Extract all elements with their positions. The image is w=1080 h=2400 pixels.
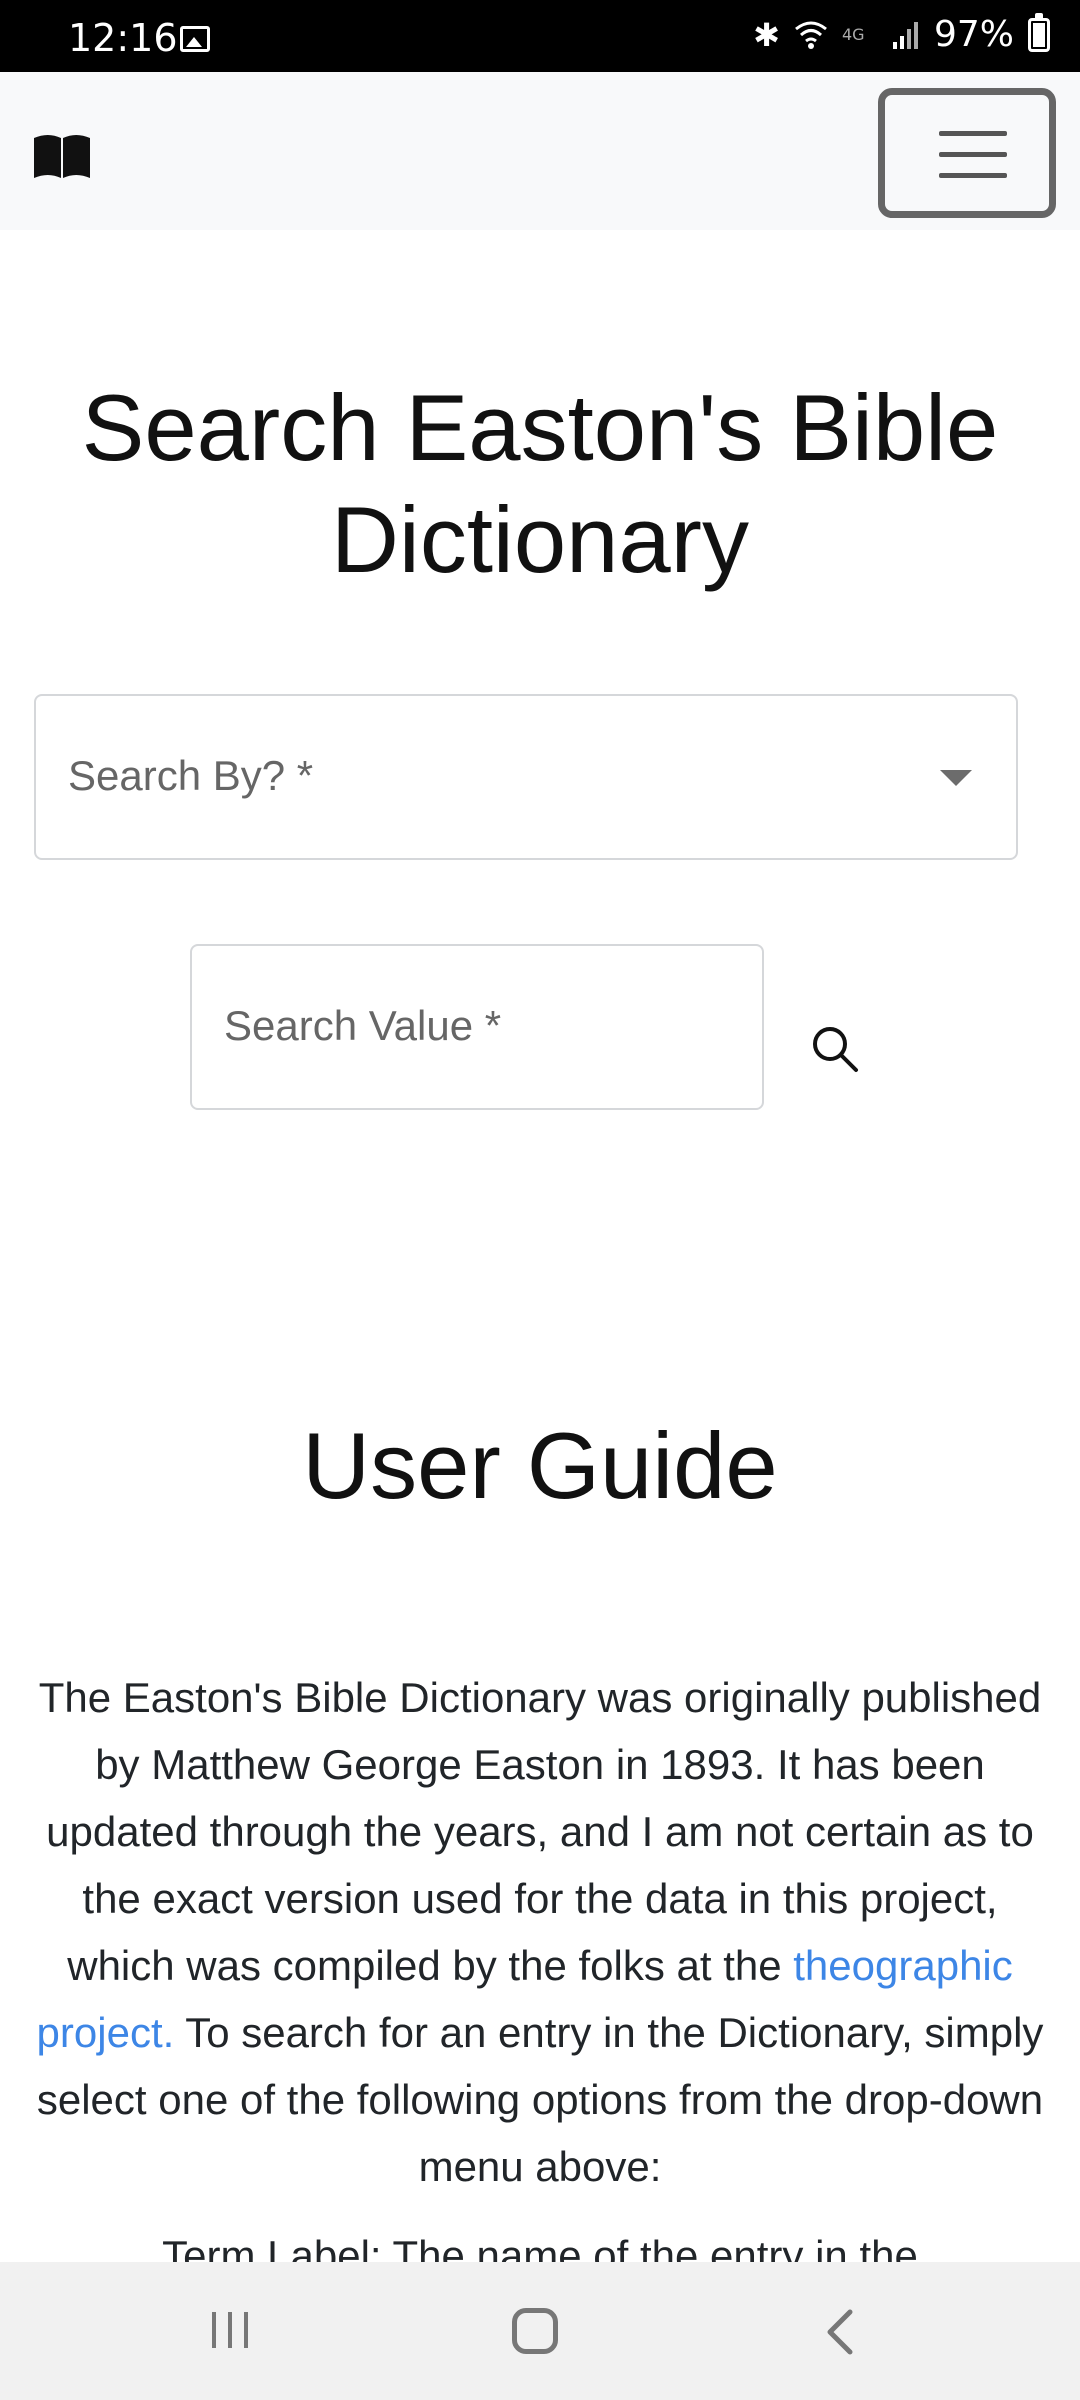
4g-icon: 4G [842, 25, 865, 44]
bluetooth-icon: ✱ [753, 15, 780, 54]
svg-text:4G: 4G [842, 25, 865, 44]
book-icon[interactable] [32, 132, 92, 180]
signal-icon [892, 21, 918, 49]
search-icon[interactable] [808, 1022, 862, 1076]
navbar-toggler-button[interactable] [878, 88, 1056, 218]
search-by-label: Search By? * [68, 752, 314, 799]
status-bar: 12:16 ✱ 4G 97% [0, 0, 1080, 72]
guide-list-item-partial: Term Label: The name of the entry in the [162, 2232, 918, 2262]
wifi-icon [795, 21, 827, 49]
home-icon[interactable] [512, 2308, 558, 2354]
system-nav-bar [0, 2262, 1080, 2400]
user-guide-heading: User Guide [302, 1413, 778, 1518]
battery-icon [1028, 12, 1050, 52]
search-by-select[interactable]: Search By? * [34, 694, 1018, 860]
recent-apps-icon[interactable] [208, 2308, 252, 2352]
search-value-input[interactable]: Search Value * [190, 944, 764, 1110]
status-time: 12:16 [68, 16, 178, 60]
caret-down-icon [940, 770, 972, 786]
guide-text-after-link: To search for an entry in the Dictionary… [36, 2009, 1044, 2190]
user-guide-paragraph: The Easton's Bible Dictionary was origin… [36, 1664, 1044, 2200]
image-icon [180, 26, 210, 52]
back-icon[interactable] [820, 2308, 860, 2356]
status-icons: ✱ 4G 97% [753, 12, 1050, 55]
battery-percent: 97% [933, 14, 1014, 55]
page-title: Search Easton's Bible Dictionary [81, 375, 999, 592]
navbar [0, 72, 1080, 230]
search-value-label: Search Value * [224, 1002, 502, 1049]
